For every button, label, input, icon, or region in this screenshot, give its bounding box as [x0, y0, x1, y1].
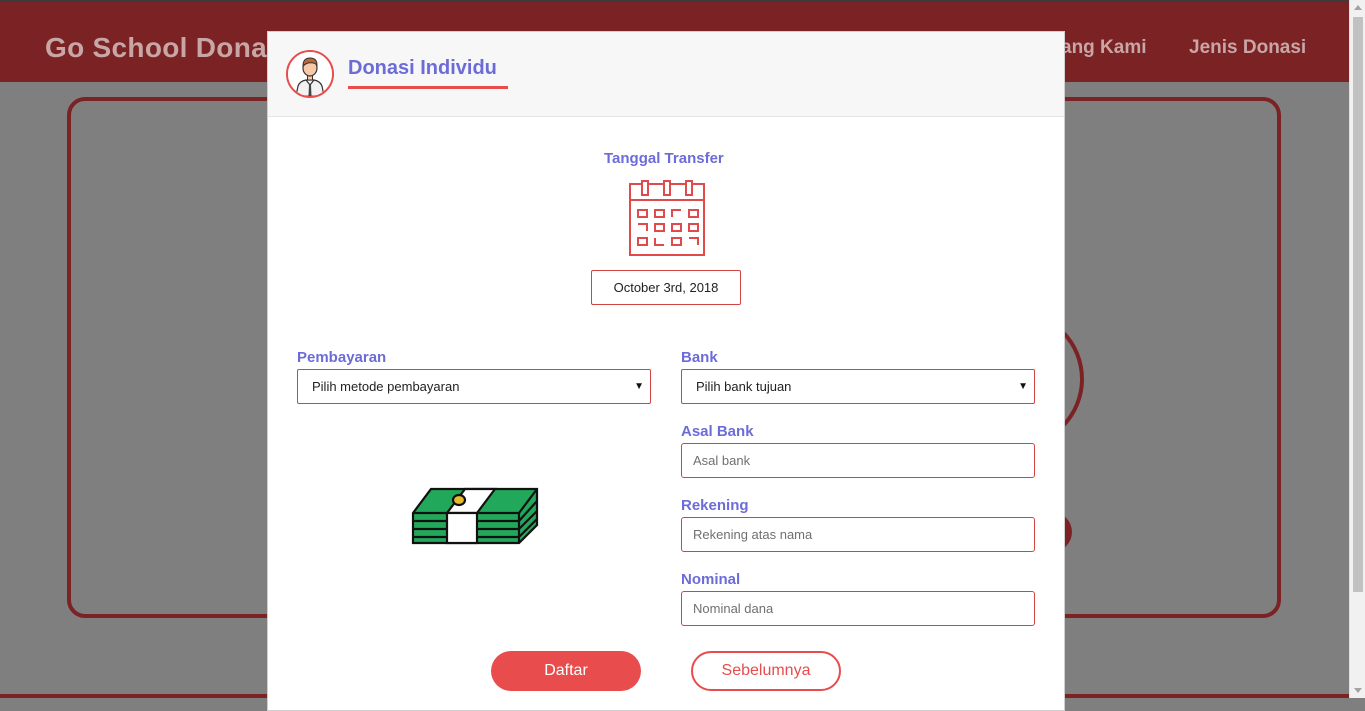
amount-input[interactable]: Nominal dana — [681, 591, 1035, 626]
account-name-input[interactable]: Rekening atas nama — [681, 517, 1035, 552]
payment-label: Pembayaran — [297, 349, 387, 366]
chevron-down-icon: ▼ — [1018, 381, 1028, 392]
title-underline — [348, 86, 508, 89]
scroll-down-arrow-icon[interactable] — [1354, 688, 1362, 693]
transfer-date-picker[interactable]: October 3rd, 2018 — [591, 270, 741, 305]
modal-title: Donasi Individu — [348, 57, 497, 79]
modal-header: Donasi Individu — [268, 32, 1064, 117]
amount-label: Nominal — [681, 571, 741, 588]
page-scrollbar[interactable] — [1349, 0, 1365, 698]
submit-button[interactable]: Daftar — [491, 651, 641, 691]
scroll-thumb[interactable] — [1353, 17, 1363, 592]
user-tie-icon — [286, 50, 334, 98]
origin-bank-input[interactable]: Asal bank — [681, 443, 1035, 478]
bank-label: Bank — [681, 349, 718, 366]
payment-method-select[interactable]: Pilih metode pembayaran ▼ — [297, 369, 651, 404]
money-stack-icon — [411, 487, 539, 545]
donation-modal: Donasi Individu Tanggal Transfer October… — [267, 31, 1065, 711]
bank-select[interactable]: Pilih bank tujuan ▼ — [681, 369, 1035, 404]
calendar-icon[interactable] — [628, 179, 706, 257]
origin-bank-label: Asal Bank — [681, 423, 754, 440]
chevron-down-icon: ▼ — [634, 381, 644, 392]
nav-link-about[interactable]: ang Kami — [1061, 37, 1147, 59]
account-label: Rekening — [681, 497, 749, 514]
previous-button[interactable]: Sebelumnya — [691, 651, 841, 691]
scroll-up-arrow-icon[interactable] — [1354, 5, 1362, 10]
transfer-date-label: Tanggal Transfer — [604, 150, 724, 167]
bank-select-value: Pilih bank tujuan — [696, 379, 792, 394]
brand-logo-text[interactable]: Go School Donat — [45, 32, 277, 64]
payment-method-value: Pilih metode pembayaran — [312, 379, 460, 394]
nav-link-donation-types[interactable]: Jenis Donasi — [1189, 37, 1306, 59]
